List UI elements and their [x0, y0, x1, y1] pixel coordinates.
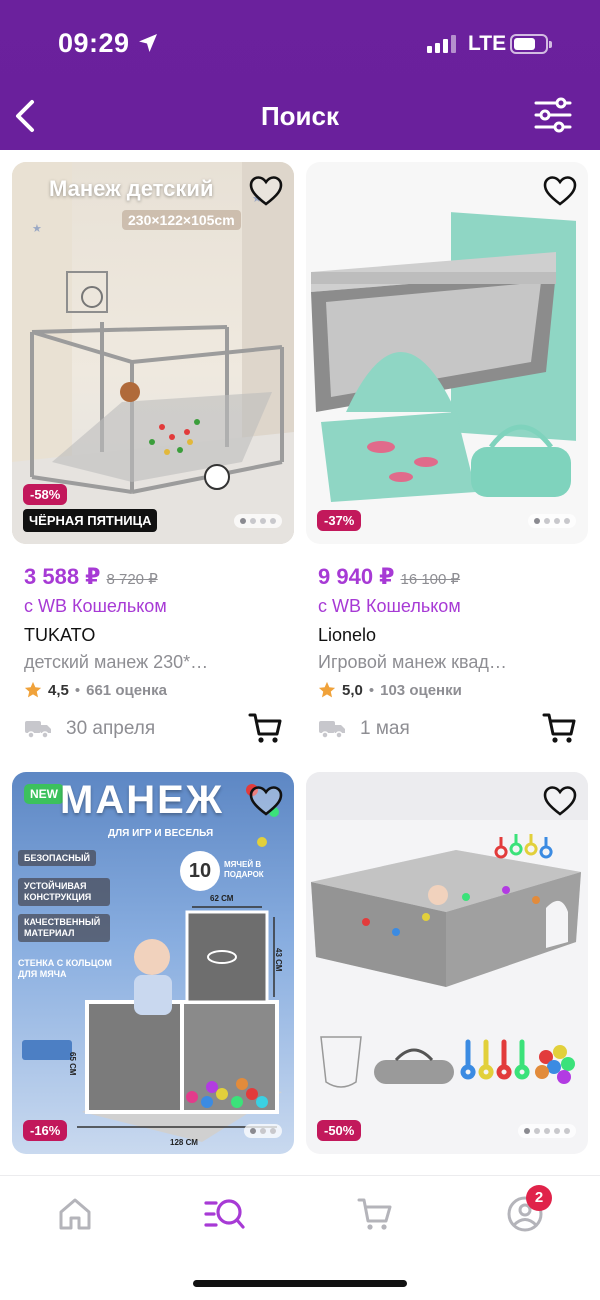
feature-label: БЕЗОПАСНЫЙ: [18, 850, 97, 866]
page-title: Поиск: [260, 101, 340, 131]
separator-dot: •: [368, 681, 375, 699]
dimension-label: 65 СМ: [68, 1052, 77, 1076]
delivery-truck-icon: [319, 721, 345, 739]
feature-label: КАЧЕСТВЕННЫЙ МАТЕРИАЛ: [18, 914, 110, 942]
product-card[interactable]: -37% 9 940 ₽ 16 100 ₽ с WB Кошельком Lio…: [306, 162, 588, 749]
separator-dot: •: [74, 681, 81, 699]
svg-text:★: ★: [32, 223, 42, 235]
discount-badge: -50%: [317, 1120, 362, 1141]
dimension-label: 62 СМ: [210, 894, 234, 903]
old-price: 8 720 ₽: [106, 571, 158, 588]
image-carousel-dots: [244, 1124, 282, 1138]
old-price: 16 100 ₽: [400, 571, 461, 588]
rating-value: 5,0: [342, 681, 363, 699]
status-time: 09:29: [58, 28, 130, 58]
favorite-heart-icon[interactable]: [248, 174, 284, 208]
favorite-heart-icon[interactable]: [248, 784, 284, 818]
image-subtitle: ДЛЯ ИГР И ВЕСЕЛЬЯ: [108, 828, 214, 839]
image-carousel-dots: [234, 514, 282, 528]
delivery-date: 30 апреля: [66, 718, 156, 739]
discount-badge: -16%: [23, 1120, 68, 1141]
reviews-count: 661 оценка: [86, 681, 167, 699]
promo-badge: ЧЁРНАЯ ПЯТНИЦА: [23, 509, 158, 532]
filter-settings-button[interactable]: [533, 97, 573, 133]
feature-label: УСТОЙЧИВАЯ КОНСТРУКЦИЯ: [18, 878, 110, 906]
current-price: 9 940 ₽: [318, 564, 395, 589]
brand-name: Lionelo: [318, 625, 377, 645]
discount-badge: -37%: [317, 510, 362, 531]
home-tab-icon[interactable]: [53, 1194, 97, 1234]
delivery-row: 30 апреля: [12, 709, 294, 749]
location-arrow-icon: [139, 34, 157, 52]
current-price: 3 588 ₽: [24, 564, 101, 589]
new-badge: NEW: [24, 784, 64, 804]
feature-label: СТЕНКА С КОЛЬЦОМ ДЛЯ МЯЧА: [18, 958, 112, 979]
product-card[interactable]: -50%: [306, 772, 588, 1154]
product-name: Игровой манеж квад…: [318, 652, 507, 672]
product-grid: ★ ★ Манеж детский 230×122×105cm -58% ЧЁР…: [0, 150, 600, 1175]
network-type: LTE: [468, 32, 507, 55]
add-to-cart-button[interactable]: [248, 711, 284, 745]
product-image[interactable]: ★ ★ Манеж детский 230×122×105cm -58% ЧЁР…: [12, 162, 294, 544]
product-image[interactable]: -37%: [306, 162, 588, 544]
star-icon: [318, 681, 336, 698]
image-carousel-dots: [528, 514, 576, 528]
image-size-label: 230×122×105cm: [122, 210, 241, 230]
reviews-count: 103 оценки: [380, 681, 462, 699]
price-row: 3 588 ₽ 8 720 ₽: [12, 564, 294, 590]
delivery-row: 1 мая: [306, 709, 588, 749]
favorite-heart-icon[interactable]: [542, 174, 578, 208]
wallet-label: с WB Кошельком: [24, 596, 167, 616]
star-icon: [24, 681, 42, 698]
product-name: детский манеж 230*…: [24, 652, 209, 672]
cart-tab-icon[interactable]: [353, 1194, 397, 1234]
image-title: МАНЕЖ: [60, 778, 224, 822]
add-to-cart-button[interactable]: [542, 711, 578, 745]
product-card[interactable]: NEW МАНЕЖ ДЛЯ ИГР И ВЕСЕЛЬЯ 10 МЯЧЕЙ В П…: [12, 772, 294, 1154]
dimension-label: 43 СМ: [274, 948, 283, 972]
search-tab-icon[interactable]: [203, 1194, 247, 1234]
cart-badge: 2: [526, 1185, 552, 1211]
product-card[interactable]: ★ ★ Манеж детский 230×122×105cm -58% ЧЁР…: [12, 162, 294, 749]
delivery-truck-icon: [25, 721, 51, 739]
signal-icon: [427, 33, 456, 53]
wallet-label: с WB Кошельком: [318, 596, 461, 616]
gift-text: МЯЧЕЙ В ПОДАРОК: [224, 860, 264, 879]
brand-name: TUKATO: [24, 625, 96, 645]
product-image[interactable]: NEW МАНЕЖ ДЛЯ ИГР И ВЕСЕЛЬЯ 10 МЯЧЕЙ В П…: [12, 772, 294, 1154]
playpen-photo: [306, 772, 588, 1088]
discount-badge: -58%: [23, 484, 68, 505]
dimension-label: 128 СМ: [170, 1138, 198, 1147]
delivery-date: 1 мая: [360, 718, 410, 739]
rating-value: 4,5: [48, 681, 69, 699]
rating-row: 5,0 • 103 оценки: [306, 681, 588, 699]
playpen-photo: [311, 212, 576, 502]
price-row: 9 940 ₽ 16 100 ₽: [306, 564, 588, 590]
app-header: 09:29 LTE Поиск: [0, 0, 600, 150]
gift-number: 10: [180, 851, 220, 891]
battery-icon: [510, 34, 552, 54]
home-indicator: [193, 1280, 407, 1287]
image-title: Манеж детский: [49, 176, 214, 201]
rating-row: 4,5 • 661 оценка: [12, 681, 294, 699]
favorite-heart-icon[interactable]: [542, 784, 578, 818]
product-image[interactable]: -50%: [306, 772, 588, 1154]
image-carousel-dots: [518, 1124, 576, 1138]
